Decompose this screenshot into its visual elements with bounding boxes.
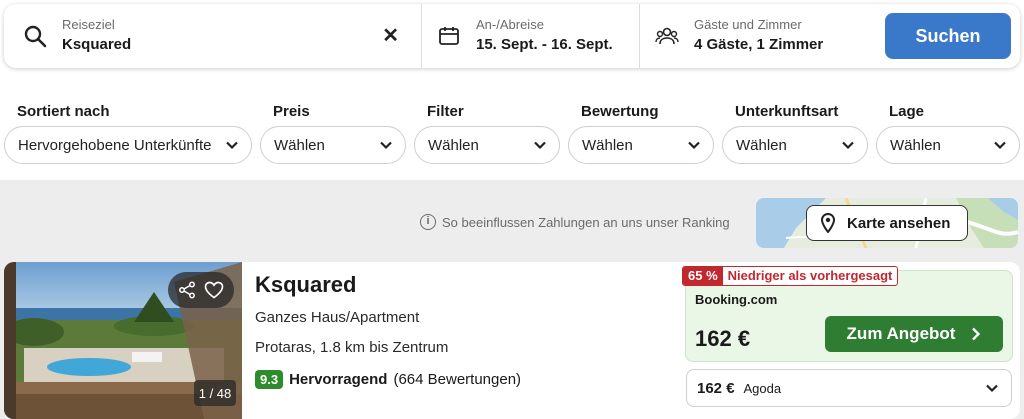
dates-field[interactable]: An-/Abreise 15. Sept. - 16. Sept. xyxy=(422,4,640,68)
filter-label: Filter xyxy=(427,103,464,120)
chevron-down-icon xyxy=(688,141,700,150)
guests-value[interactable]: 4 Gäste, 1 Zimmer xyxy=(694,35,823,55)
guests-field[interactable]: Gäste und Zimmer 4 Gäste, 1 Zimmer xyxy=(640,4,880,68)
deal-provider: Booking.com xyxy=(695,292,778,307)
accommodation-label: Unterkunftsart xyxy=(735,103,839,120)
rating-value: Wählen xyxy=(582,136,633,154)
destination-label: Reiseziel xyxy=(62,17,115,32)
rating-word: Hervorragend xyxy=(289,371,388,388)
rating-select[interactable]: Wählen xyxy=(568,126,714,164)
alternative-offer[interactable]: 162 € Agoda xyxy=(686,369,1012,407)
price-filter: Preis Wählen xyxy=(260,102,406,164)
accommodation-filter: Unterkunftsart Wählen xyxy=(722,102,868,164)
price-label: Preis xyxy=(273,103,310,120)
share-icon[interactable] xyxy=(178,281,196,299)
photo-actions xyxy=(168,272,234,308)
hotel-rating: 9.3 Hervorragend (664 Bewertungen) xyxy=(255,370,521,389)
photo-count: 1 / 48 xyxy=(194,380,236,406)
clear-destination-icon[interactable]: ✕ xyxy=(382,26,399,46)
destination-field[interactable]: Reiseziel Ksquared ✕ xyxy=(4,4,422,68)
score-badge: 9.3 xyxy=(255,370,284,389)
hotel-type: Ganzes Haus/Apartment xyxy=(255,309,420,326)
ranking-note[interactable]: i So beeinflussen Zahlungen an uns unser… xyxy=(420,214,730,230)
filter-filter: Filter Wählen xyxy=(414,102,560,164)
info-icon: i xyxy=(420,214,436,230)
filter-select[interactable]: Wählen xyxy=(414,126,560,164)
dates-value[interactable]: 15. Sept. - 16. Sept. xyxy=(476,35,613,55)
price-badge: 65 % Niedriger als vorhergesagt xyxy=(682,266,899,286)
chevron-right-icon xyxy=(972,327,981,341)
accommodation-select[interactable]: Wählen xyxy=(722,126,868,164)
search-button[interactable]: Suchen xyxy=(885,13,1011,59)
filter-value: Wählen xyxy=(428,136,479,154)
view-deal-label: Zum Angebot xyxy=(846,324,956,343)
sort-label: Sortiert nach xyxy=(17,103,110,120)
hotel-name[interactable]: Ksquared xyxy=(255,272,356,298)
location-select[interactable]: Wählen xyxy=(876,126,1020,164)
rating-filter: Bewertung Wählen xyxy=(568,102,714,164)
badge-percent: 65 % xyxy=(683,267,723,285)
location-label: Lage xyxy=(889,103,925,120)
view-deal-button[interactable]: Zum Angebot xyxy=(825,316,1003,352)
price-value: Wählen xyxy=(274,136,325,154)
sort-select[interactable]: Hervorgehobene Unterkünfte xyxy=(4,126,252,164)
hotel-card[interactable]: 1 / 48 Ksquared Ganzes Haus/Apartment Pr… xyxy=(4,262,1020,419)
alt-provider: Agoda xyxy=(743,380,782,396)
sort-filter: Sortiert nach Hervorgehobene Unterkünfte xyxy=(4,102,252,164)
chevron-down-icon xyxy=(994,141,1006,150)
chevron-down-icon xyxy=(842,141,854,150)
hotel-location: Protaras, 1.8 km bis Zentrum xyxy=(255,339,449,356)
location-value: Wählen xyxy=(890,136,941,154)
view-map-label: Karte ansehen xyxy=(847,214,951,232)
location-filter: Lage Wählen xyxy=(876,102,1020,164)
chevron-down-icon xyxy=(534,141,546,150)
price-select[interactable]: Wählen xyxy=(260,126,406,164)
chevron-down-icon xyxy=(226,141,238,150)
rating-label: Bewertung xyxy=(581,103,659,120)
guests-label: Gäste und Zimmer xyxy=(694,17,802,32)
view-map-button[interactable]: Karte ansehen xyxy=(806,205,968,241)
chevron-down-icon xyxy=(380,141,392,150)
search-bar: Reiseziel Ksquared ✕ An-/Abreise 15. Sep… xyxy=(4,4,1020,68)
badge-text: Niedriger als vorhergesagt xyxy=(727,268,893,283)
search-icon xyxy=(22,23,48,49)
review-count: (664 Bewertungen) xyxy=(393,371,522,388)
accommodation-value: Wählen xyxy=(736,136,787,154)
ranking-note-text[interactable]: So beeinflussen Zahlungen an uns unser R… xyxy=(442,215,730,230)
chevron-down-icon xyxy=(986,384,998,393)
location-pin-icon xyxy=(821,213,835,233)
destination-value[interactable]: Ksquared xyxy=(62,35,131,55)
dates-label: An-/Abreise xyxy=(476,17,544,32)
alt-price: 162 € xyxy=(697,379,735,397)
calendar-icon xyxy=(436,23,462,49)
sort-value: Hervorgehobene Unterkünfte xyxy=(18,136,212,154)
filter-bar: Sortiert nach Hervorgehobene Unterkünfte… xyxy=(4,102,1020,164)
deal-price: 162 € xyxy=(695,326,751,351)
heart-icon[interactable] xyxy=(204,281,224,299)
guests-icon xyxy=(654,23,680,49)
hotel-photo[interactable]: 1 / 48 xyxy=(4,262,242,419)
